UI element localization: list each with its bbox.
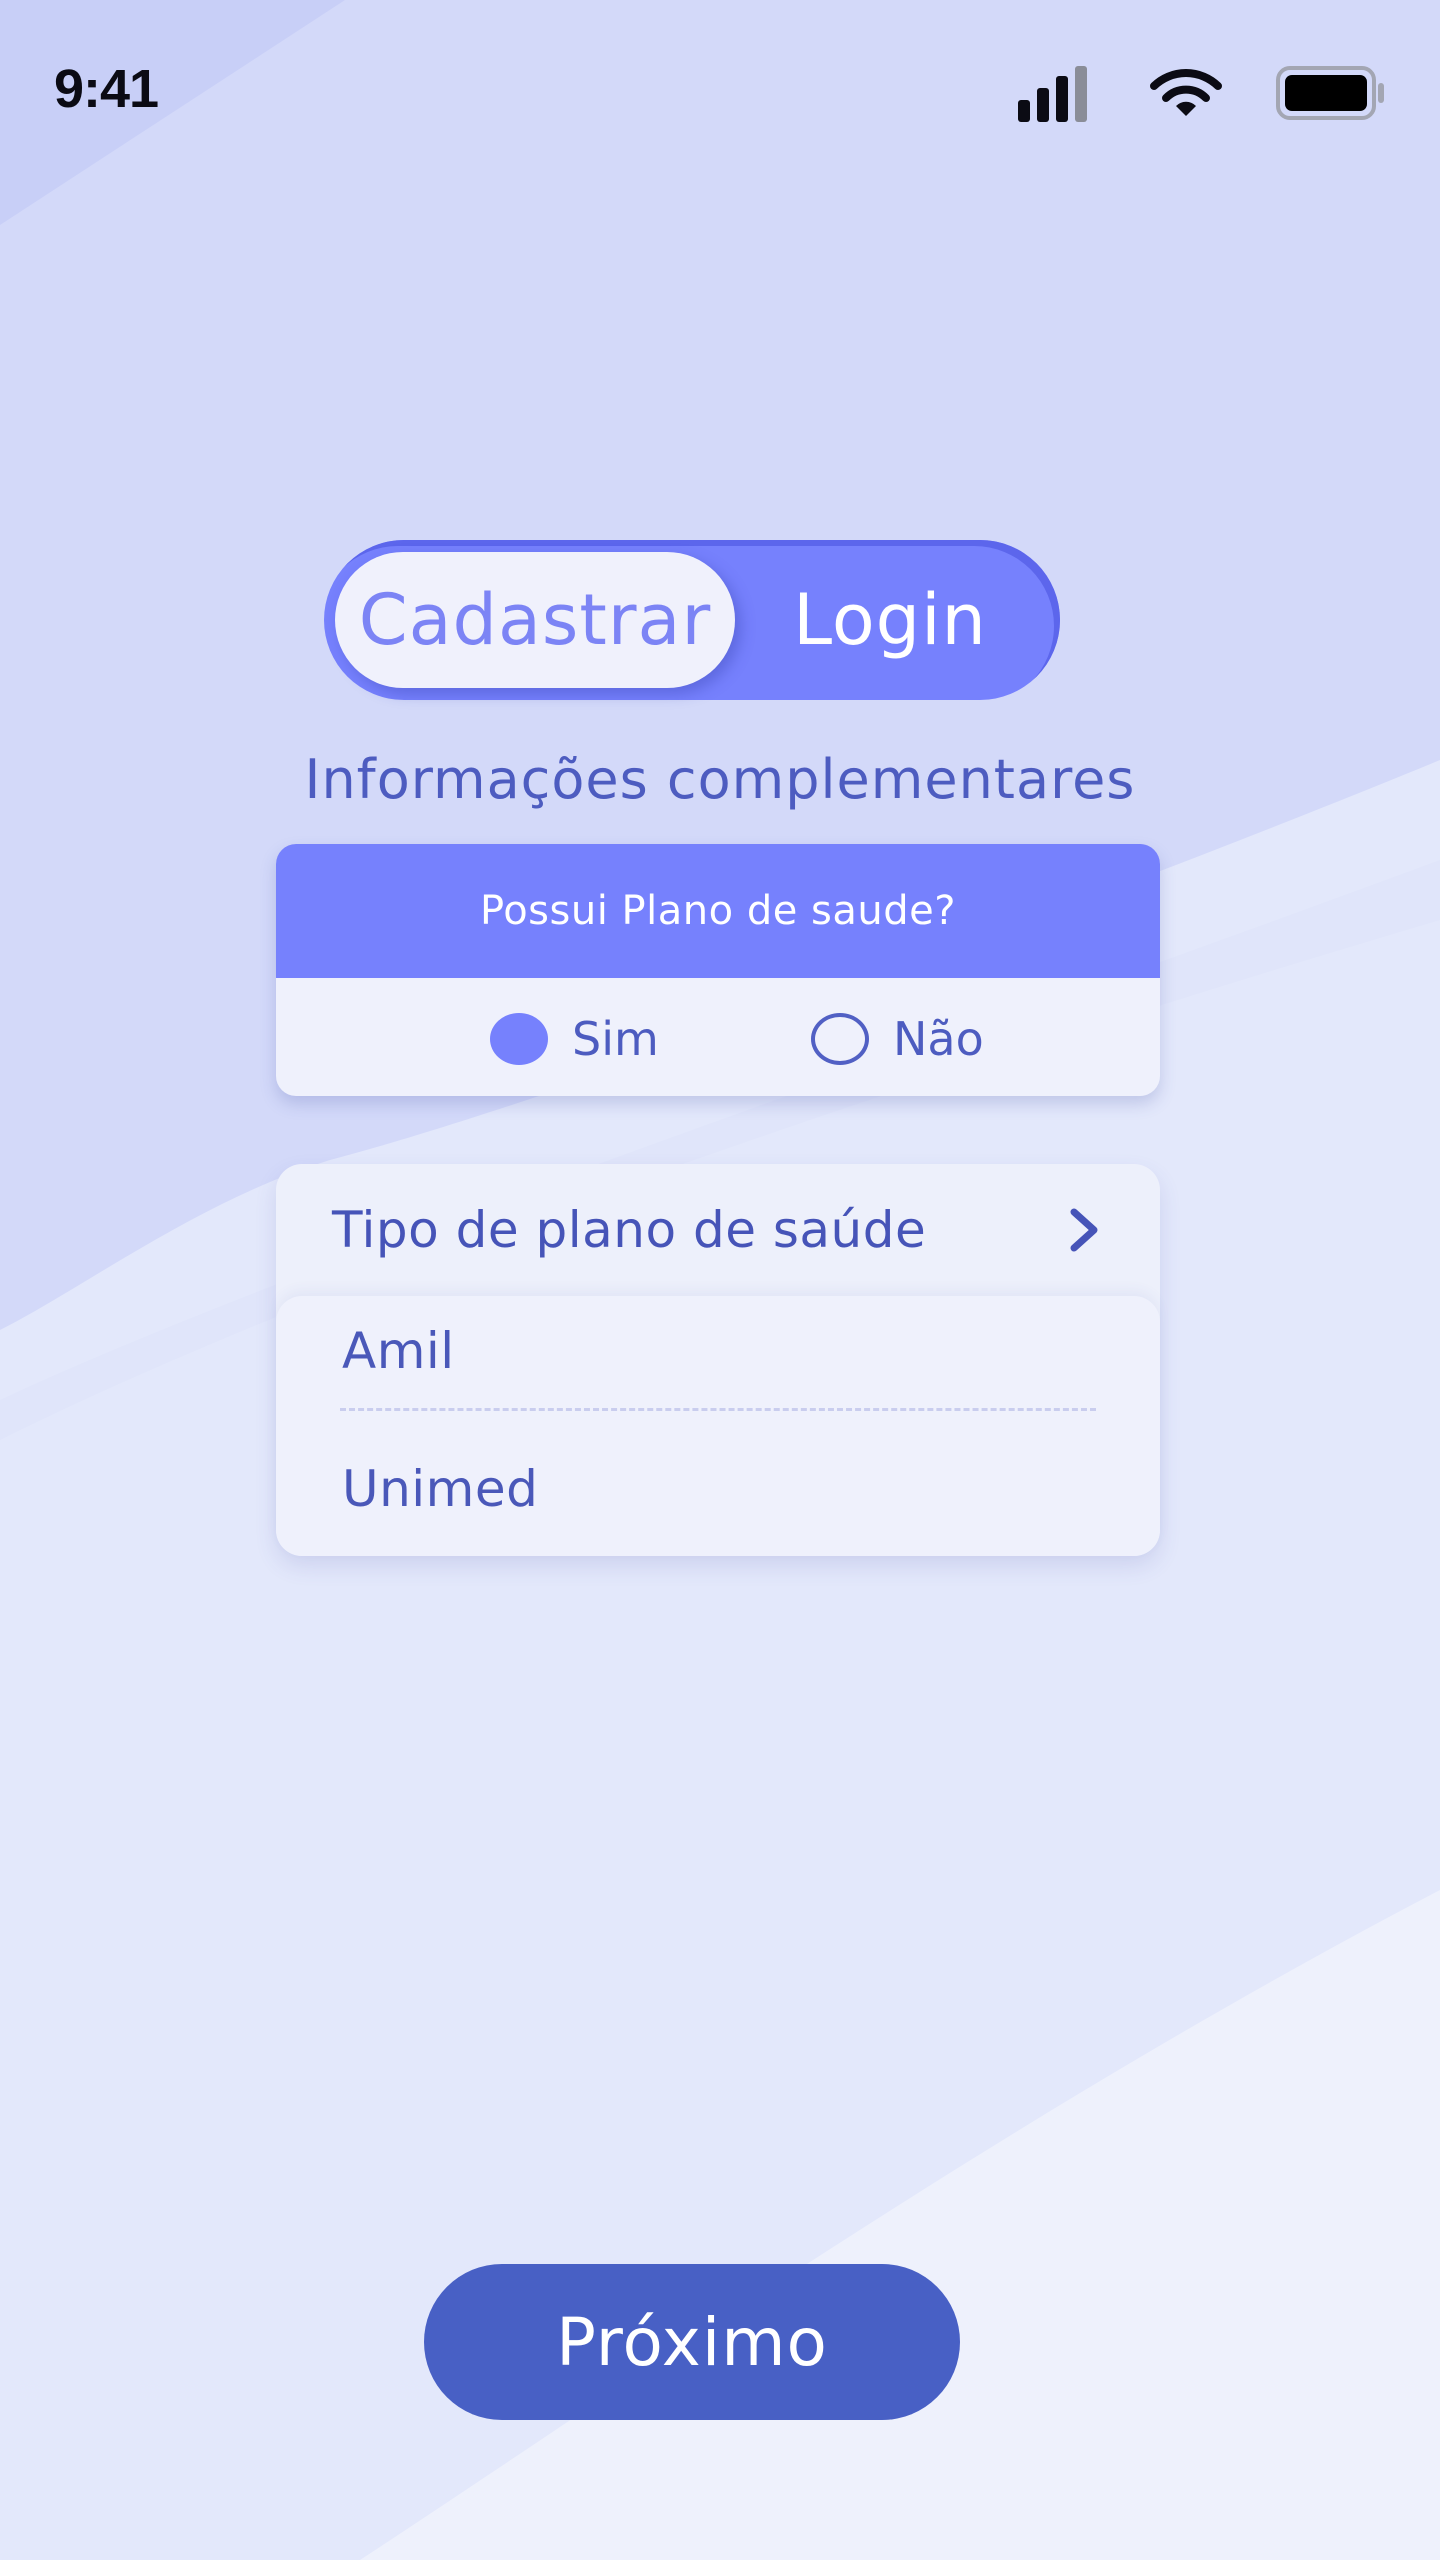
radio-option-nao[interactable]: Não [811, 1012, 984, 1066]
status-bar-time: 9:41 [54, 59, 159, 119]
section-title: Informações complementares [304, 748, 1136, 811]
radio-selected-icon [490, 1013, 548, 1065]
radio-unselected-icon [811, 1013, 869, 1065]
question-header: Possui Plano de saude? [276, 844, 1160, 978]
list-divider [340, 1408, 1096, 1411]
tab-cadastrar[interactable]: Cadastrar [335, 552, 735, 688]
battery-icon [1276, 66, 1384, 120]
cellular-signal-icon [1018, 66, 1088, 122]
radio-label-nao: Não [893, 1012, 984, 1066]
health-plan-question-card: Possui Plano de saude? Sim Não [276, 844, 1160, 1096]
next-button[interactable]: Próximo [424, 2264, 960, 2420]
chevron-right-icon [1070, 1208, 1098, 1252]
plan-option-amil[interactable]: Amil [342, 1322, 455, 1380]
plan-type-label: Tipo de plano de saúde [332, 1201, 927, 1259]
radio-option-sim[interactable]: Sim [490, 1012, 659, 1066]
radio-label-sim: Sim [572, 1012, 659, 1066]
plan-type-dropdown: Tipo de plano de saúde Amil Unimed [276, 1164, 1160, 1556]
wifi-icon [1150, 69, 1222, 116]
plan-type-dropdown-toggle[interactable]: Tipo de plano de saúde [276, 1164, 1160, 1296]
plan-option-unimed[interactable]: Unimed [342, 1460, 538, 1518]
tab-login[interactable]: Login [740, 552, 1040, 688]
plan-options-list: Amil Unimed [276, 1296, 1160, 1556]
